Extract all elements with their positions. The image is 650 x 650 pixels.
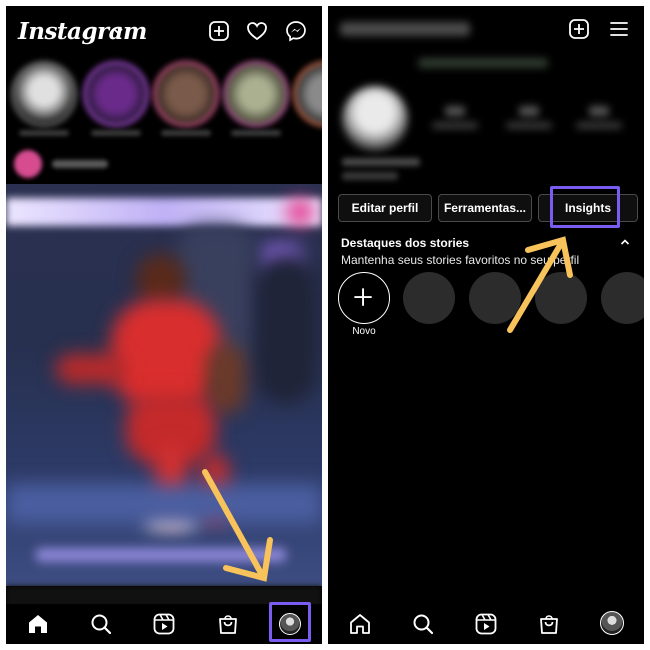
highlight-placeholder [403,272,455,324]
home-icon[interactable] [26,612,50,636]
post-author-avatar[interactable] [14,150,42,178]
profile-avatar[interactable] [600,611,624,635]
stories-tray [6,58,322,144]
reels-icon[interactable] [474,612,498,636]
post-image-detail [256,254,316,404]
insights-button-highlight [550,186,620,228]
story-highlights-subtitle: Mantenha seus stories favoritos no seu p… [341,253,580,267]
plus-square-icon[interactable] [568,18,590,40]
profile-stat-posts[interactable] [432,106,478,136]
post-image[interactable] [6,184,322,586]
story-username [91,130,141,136]
highlight-placeholder [601,272,644,324]
profile-tab-highlight [269,602,311,642]
post-author-name[interactable] [52,160,108,168]
post-image-detail [206,344,246,414]
story-username [161,130,211,136]
story-avatar[interactable] [156,64,216,124]
story-avatar[interactable] [226,64,286,124]
new-highlight-label: Novo [352,326,376,337]
tools-button[interactable]: Ferramentas... [438,194,532,222]
highlight-placeholder [535,272,587,324]
profile-stat-followers[interactable] [506,106,552,136]
post-header [6,146,322,182]
feed-screen: Instagram [6,6,322,644]
messenger-icon[interactable] [285,20,307,42]
feed-top-bar: Instagram [6,6,322,58]
story-highlights-title: Destaques dos stories [341,236,470,250]
reels-icon[interactable] [152,612,176,636]
chevron-up-icon[interactable] [620,238,630,246]
plus-icon [354,288,372,306]
post-image-detail [6,484,322,524]
app-logo[interactable]: Instagram [18,18,147,45]
post-image-detail [56,354,126,384]
bottom-nav [328,604,644,644]
profile-display-name [342,158,420,166]
story-avatar[interactable] [296,64,322,124]
search-icon[interactable] [89,612,113,636]
chevron-down-icon[interactable] [112,26,124,36]
profile-stat-following[interactable] [576,106,622,136]
profile-picture[interactable] [342,86,408,152]
plus-square-icon[interactable] [208,20,230,42]
post-caption-banner [36,548,286,562]
post-image-detail [111,299,221,409]
profile-bio [342,172,398,180]
story-avatar[interactable] [86,64,146,124]
highlight-placeholder [469,272,521,324]
heart-icon[interactable] [246,20,268,42]
story-username [19,130,69,136]
shop-icon[interactable] [216,612,240,636]
hamburger-menu-icon[interactable] [608,18,630,40]
post-image-detail [136,254,186,304]
profile-username[interactable] [340,22,470,36]
edit-profile-button[interactable]: Editar perfil [338,194,432,222]
story-username [231,130,281,136]
post-banner [6,198,322,226]
shop-icon[interactable] [537,612,561,636]
profile-screen: Editar perfil Ferramentas... Insights De… [328,6,644,644]
story-avatar[interactable] [14,64,74,124]
home-icon[interactable] [348,612,372,636]
search-icon[interactable] [411,612,435,636]
new-highlight-button[interactable] [338,272,390,324]
post-image-detail [286,198,314,226]
profile-status-line [418,58,548,68]
